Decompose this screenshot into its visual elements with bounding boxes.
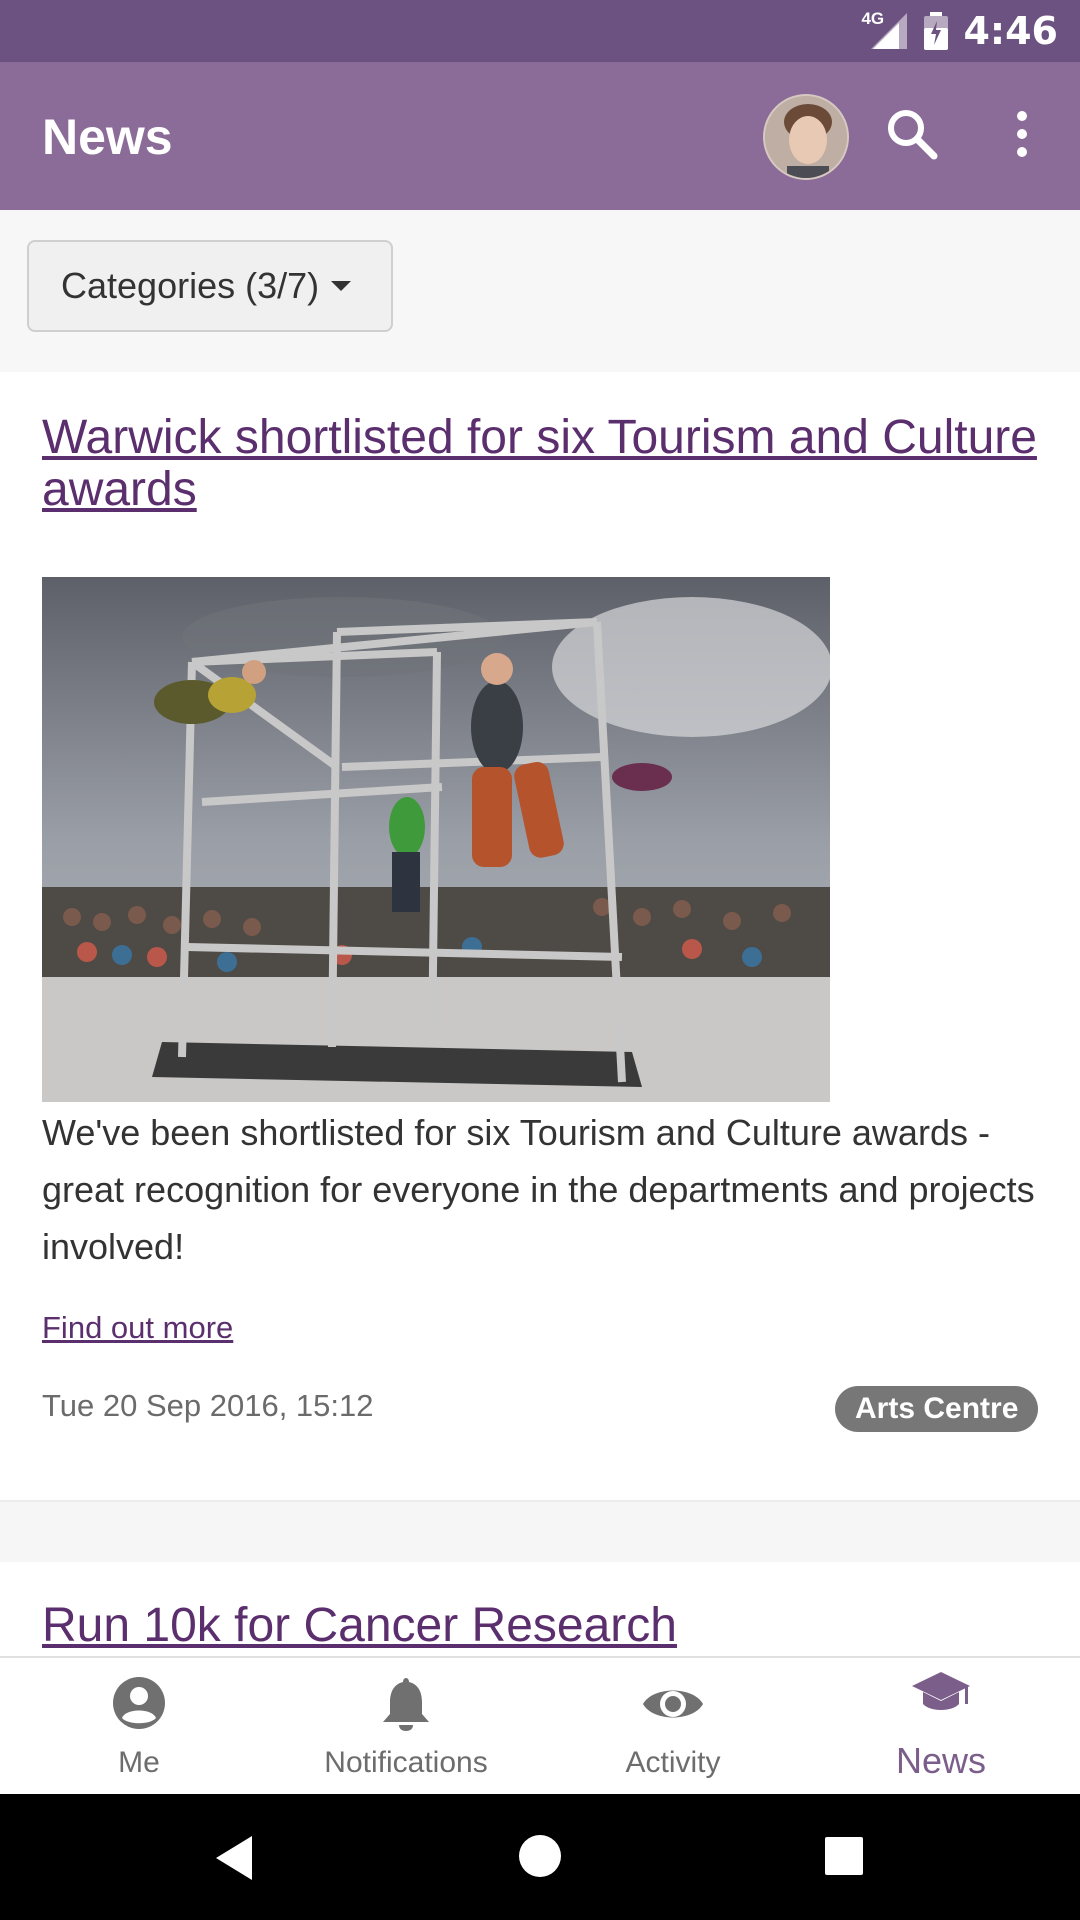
app-bar: News (0, 62, 1080, 210)
find-out-more-link[interactable]: Find out more (42, 1310, 233, 1346)
network-type-label: 4G (861, 9, 885, 28)
home-icon[interactable] (518, 1834, 562, 1878)
user-avatar[interactable] (763, 94, 849, 180)
news-card: Run 10k for Cancer Research (0, 1562, 1080, 1662)
cell-signal-icon: 4G (861, 9, 909, 51)
nav-item-activity[interactable]: Activity (538, 1658, 808, 1796)
article-summary: We've been shortlisted for six Tourism a… (42, 1112, 1035, 1267)
article-date: Tue 20 Sep 2016, 15:12 (42, 1388, 374, 1423)
account-circle-icon (113, 1677, 165, 1729)
status-bar: 4G 4:46 (0, 0, 1080, 62)
bell-icon (383, 1678, 429, 1731)
nav-item-news[interactable]: News (806, 1658, 1076, 1796)
nav-label-activity: Activity (625, 1746, 721, 1779)
nav-label-news: News (895, 1740, 987, 1781)
more-options-icon[interactable] (990, 102, 1054, 166)
news-card: Warwick shortlisted for six Tourism and … (0, 372, 1080, 1502)
categories-label: Categories (3/7) (61, 265, 320, 306)
nav-label-notifications: Notifications (324, 1746, 488, 1779)
filter-area: Categories (3/7) (0, 210, 1080, 372)
eye-icon (643, 1690, 703, 1718)
battery-icon (924, 12, 949, 50)
nav-label-me: Me (118, 1746, 160, 1779)
system-navigation-bar (0, 1794, 1080, 1920)
recent-apps-icon[interactable] (824, 1836, 864, 1876)
avatar-photo (765, 96, 847, 178)
article-image[interactable] (42, 577, 830, 1102)
category-badge[interactable]: Arts Centre (835, 1386, 1039, 1432)
caret-down-icon (331, 281, 352, 291)
page-title: News (42, 109, 173, 165)
article-title-link[interactable]: Warwick shortlisted for six Tourism and … (42, 412, 1042, 516)
status-clock: 4:46 (963, 9, 1058, 53)
nav-item-notifications[interactable]: Notifications (271, 1658, 541, 1796)
bottom-navigation: Me Notifications Activity News (0, 1656, 1080, 1794)
categories-dropdown-button[interactable]: Categories (3/7) (27, 240, 393, 332)
graduation-cap-icon (912, 1672, 970, 1710)
article-title-link[interactable]: Run 10k for Cancer Research (42, 1600, 677, 1652)
back-icon[interactable] (212, 1834, 256, 1882)
search-icon[interactable] (880, 102, 944, 166)
nav-item-me[interactable]: Me (4, 1658, 274, 1796)
